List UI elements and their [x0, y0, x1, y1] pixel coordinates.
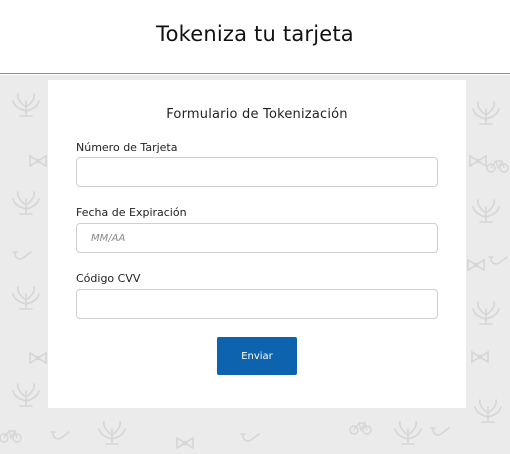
cvv-input[interactable] — [76, 289, 438, 319]
form-title: Formulario de Tokenización — [166, 107, 348, 122]
submit-button[interactable]: Enviar — [217, 337, 297, 375]
tokenization-form: Formulario de Tokenización Número de Tar… — [48, 80, 466, 408]
expiry-date-input[interactable] — [76, 223, 438, 253]
page-header: Tokeniza tu tarjeta — [0, 0, 510, 74]
expiry-date-label: Fecha de Expiración — [76, 206, 187, 219]
card-number-input[interactable] — [76, 157, 438, 187]
cvv-label: Código CVV — [76, 272, 141, 285]
page-title: Tokeniza tu tarjeta — [156, 21, 354, 46]
card-number-label: Número de Tarjeta — [76, 141, 178, 154]
